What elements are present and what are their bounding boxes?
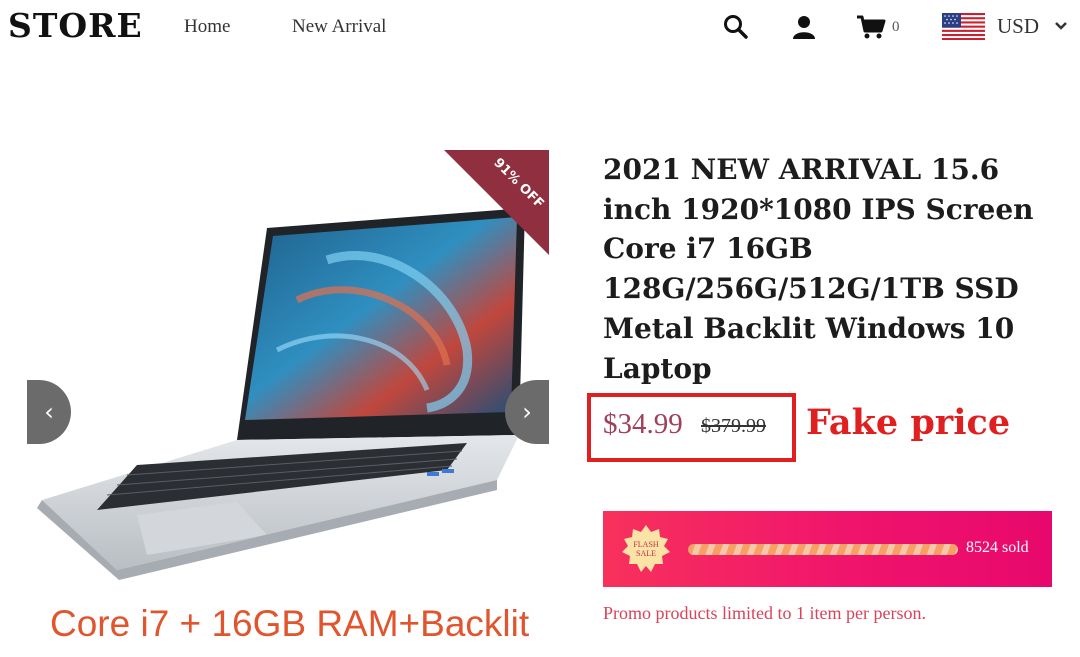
cart-icon[interactable] bbox=[856, 12, 886, 42]
search-icon[interactable] bbox=[721, 12, 751, 42]
flash-sale-banner: FLASH SALE 8524 sold bbox=[603, 511, 1052, 587]
discount-ribbon: 91% OFF bbox=[444, 150, 549, 255]
nav-home-link[interactable]: Home bbox=[184, 16, 230, 38]
sold-count: 8524 sold bbox=[966, 539, 1029, 556]
fake-price-annotation: Fake price bbox=[806, 402, 1011, 443]
chevron-right-icon: › bbox=[522, 398, 532, 426]
us-flag-icon[interactable] bbox=[942, 13, 985, 40]
flash-sale-badge-icon: FLASH SALE bbox=[622, 525, 670, 572]
chevron-down-icon[interactable] bbox=[1054, 20, 1068, 32]
user-icon[interactable] bbox=[789, 12, 819, 42]
product-image-gallery[interactable]: 91% OFF ‹ › bbox=[27, 150, 549, 590]
nav-new-arrival-link[interactable]: New Arrival bbox=[292, 16, 386, 38]
cart-count-badge: 0 bbox=[892, 19, 900, 35]
product-title: 2021 NEW ARRIVAL 15.6 inch 1920*1080 IPS… bbox=[603, 153, 1034, 385]
flash-badge-line-2: SALE bbox=[636, 549, 656, 558]
chevron-left-icon: ‹ bbox=[44, 398, 54, 426]
sold-progress-bar bbox=[688, 544, 958, 555]
promo-limit-note: Promo products limited to 1 item per per… bbox=[603, 603, 926, 623]
currency-selector[interactable]: USD bbox=[997, 14, 1039, 39]
flash-badge-line-1: FLASH bbox=[633, 540, 659, 549]
image-caption: Core i7 + 16GB RAM+Backlit bbox=[50, 603, 530, 644]
compare-at-price: $379.99 bbox=[701, 415, 766, 437]
sale-price: $34.99 bbox=[603, 408, 683, 440]
store-logo[interactable]: STORE bbox=[8, 6, 143, 45]
